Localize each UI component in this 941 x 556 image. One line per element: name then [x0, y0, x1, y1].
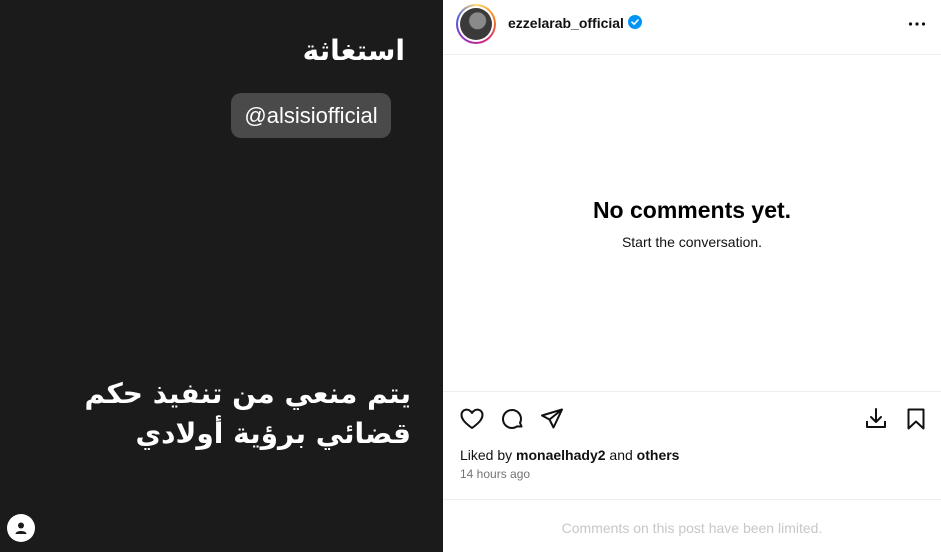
no-comments-heading: No comments yet.: [592, 197, 792, 223]
comment-icon[interactable]: [499, 406, 525, 432]
media-title-text: استغاثة: [302, 34, 405, 67]
no-comments-subtitle: Start the conversation.: [621, 234, 763, 250]
post-media[interactable]: استغاثة @alsisiofficial يتم منعي من تنفي…: [0, 0, 443, 552]
username-link[interactable]: ezzelarab_official: [508, 15, 624, 31]
verified-badge-icon: [628, 15, 642, 29]
action-bar: [443, 391, 941, 444]
post-header: ezzelarab_official: [443, 0, 941, 55]
download-icon[interactable]: [863, 406, 889, 432]
share-icon[interactable]: [539, 406, 565, 432]
post-timestamp[interactable]: 14 hours ago: [460, 467, 530, 481]
likes-prefix: Liked by: [460, 447, 513, 463]
likes-others-link[interactable]: others: [637, 447, 680, 463]
mention-tag: @alsisiofficial: [231, 93, 391, 138]
likes-conjunction: and: [609, 447, 633, 463]
media-body-text: يتم منعي من تنفيذ حكم قضائي برؤية أولادي: [31, 374, 411, 454]
liker-username-link[interactable]: monaelhady2: [516, 447, 605, 463]
likes-summary: Liked by monaelhady2 and others: [460, 447, 679, 463]
more-options-icon[interactable]: [907, 14, 927, 34]
bookmark-icon[interactable]: [903, 406, 929, 432]
media-body-line: قضائي برؤية أولادي: [135, 417, 412, 450]
comments-limited-notice: Comments on this post have been limited.: [443, 499, 941, 553]
tagged-users-icon[interactable]: [7, 514, 35, 542]
heart-icon[interactable]: [459, 406, 485, 432]
avatar[interactable]: [456, 4, 496, 44]
post-details-panel: ezzelarab_official No comments yet. Star…: [443, 0, 941, 552]
media-body-line: يتم منعي من تنفيذ حكم: [84, 377, 411, 410]
